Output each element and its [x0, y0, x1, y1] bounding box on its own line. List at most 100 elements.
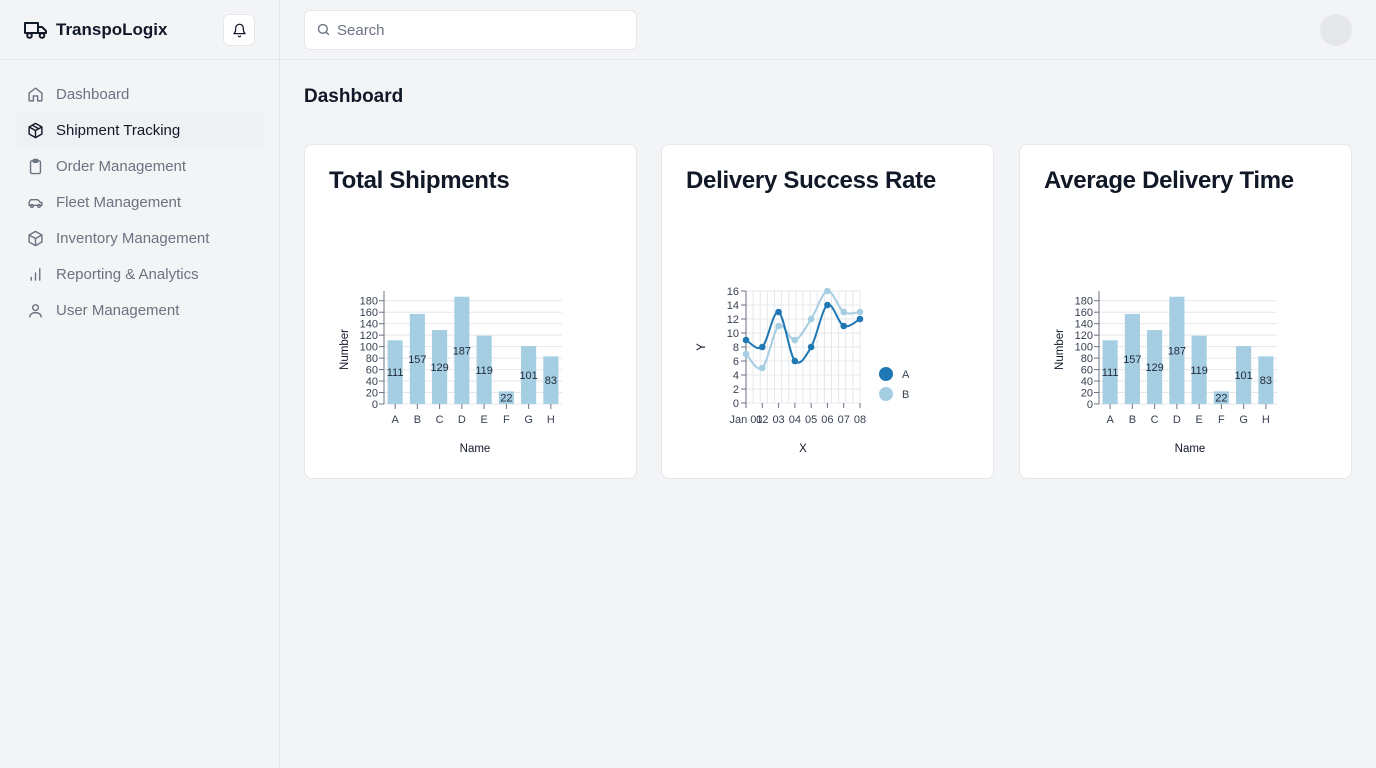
series-point-b [758, 364, 766, 372]
y-tick-label: 10 [727, 328, 739, 340]
data-label: 119 [1190, 365, 1208, 377]
y-tick-label: 8 [733, 342, 739, 354]
series-point-b [775, 322, 782, 330]
clipboard-icon [26, 157, 44, 175]
y-tick-label: 40 [366, 376, 378, 388]
y-tick-label: 16 [727, 286, 739, 298]
series-point-b [840, 308, 848, 316]
sidebar-item-label: Dashboard [56, 85, 130, 103]
sidebar-item-fleet-management[interactable]: Fleet Management [16, 184, 264, 220]
x-tick-label: B [414, 414, 421, 426]
sidebar-item-shipment-tracking[interactable]: Shipment Tracking [16, 112, 264, 148]
series-point-a [856, 315, 864, 323]
legend-label: A [902, 369, 910, 381]
data-label: 129 [1145, 362, 1163, 374]
x-tick-label: A [1106, 414, 1114, 426]
x-tick-label: D [458, 414, 466, 426]
x-axis-title: X [799, 443, 807, 455]
total-shipments-card: Total Shipments 0 20 40 60 80 100 120 140 160 180… [304, 144, 637, 479]
series-point-b [824, 287, 831, 295]
series-point-a [742, 336, 750, 344]
x-tick-label: B [1129, 414, 1136, 426]
bell-icon [232, 23, 246, 37]
x-tick-label: G [1239, 414, 1248, 426]
y-tick-label: 12 [727, 314, 739, 326]
delivery-success-rate-chart: 0246810121416Jan 0102 03 04 05 06 07 08ABXY [696, 286, 910, 455]
x-tick-label: A [391, 414, 399, 426]
x-tick-label: 04 [789, 414, 801, 426]
x-tick-label: 08 [854, 414, 866, 426]
series-point-b [807, 315, 815, 323]
box-icon [26, 229, 44, 247]
legend-swatch [879, 367, 893, 381]
data-label: 101 [519, 370, 537, 382]
app-name: TranspoLogix [56, 20, 168, 39]
data-label: 129 [430, 362, 448, 374]
y-tick-label: 40 [1081, 376, 1093, 388]
x-tick-label: H [547, 414, 555, 426]
y-tick-label: 4 [733, 370, 739, 382]
bar-chart-icon [26, 265, 44, 283]
sidebar-item-label: Reporting & Analytics [56, 265, 199, 283]
sidebar-item-label: Shipment Tracking [56, 121, 181, 139]
series-point-a [791, 357, 799, 365]
y-tick-label: 160 [360, 307, 378, 319]
x-tick-label: 05 [805, 414, 817, 426]
sidebar-item-label: User Management [56, 301, 180, 319]
data-label: 111 [387, 367, 404, 379]
avatar[interactable] [1320, 14, 1352, 46]
x-tick-label: F [503, 414, 510, 426]
page-title: Dashboard [304, 86, 404, 107]
y-tick-label: 0 [733, 398, 739, 410]
series-point-a [824, 301, 831, 309]
y-tick-label: 140 [360, 319, 378, 331]
y-tick-label: 180 [1075, 296, 1093, 308]
y-axis-title: Number [1054, 329, 1066, 370]
data-label: 22 [1215, 393, 1227, 405]
y-tick-label: 100 [360, 342, 378, 354]
car-icon [26, 193, 44, 211]
x-tick-label: C [436, 414, 444, 426]
x-axis-title: Name [460, 443, 491, 455]
sidebar-item-order-management[interactable]: Order Management [16, 148, 264, 184]
search-box[interactable] [304, 10, 637, 50]
package-icon [26, 121, 44, 139]
data-label: 187 [453, 345, 471, 357]
x-axis-title: Name [1175, 443, 1206, 455]
sidebar-nav: Dashboard Shipment Tracking Order Manage… [16, 76, 264, 328]
search-input[interactable] [337, 11, 627, 49]
y-tick-label: 60 [1081, 365, 1093, 377]
data-label: 157 [1123, 354, 1141, 366]
x-tick-label: 03 [772, 414, 784, 426]
delivery-success-rate-card: Delivery Success Rate 0 2 4 6 8 10 12 14 16 Jan 0… [661, 144, 994, 479]
data-label: 157 [408, 354, 426, 366]
series-point-b [791, 336, 799, 344]
truck-icon [24, 22, 47, 39]
x-tick-label: C [1151, 414, 1159, 426]
y-tick-label: 2 [733, 384, 739, 396]
notifications-button[interactable] [223, 14, 255, 46]
sidebar-item-inventory-management[interactable]: Inventory Management [16, 220, 264, 256]
x-tick-label: H [1262, 414, 1270, 426]
x-tick-label: 07 [838, 414, 850, 426]
y-tick-label: 20 [1081, 388, 1093, 400]
series-point-a [775, 308, 782, 316]
topbar [280, 0, 1376, 60]
data-label: 187 [1168, 345, 1186, 357]
sidebar-item-dashboard[interactable]: Dashboard [16, 76, 264, 112]
y-tick-label: 6 [733, 356, 739, 368]
series-point-b [742, 350, 750, 358]
data-label: 83 [1260, 375, 1272, 387]
x-tick-label: F [1218, 414, 1225, 426]
y-tick-label: 80 [1081, 353, 1093, 365]
data-label: 22 [500, 393, 512, 405]
brand: TranspoLogix [0, 0, 279, 60]
x-tick-label: 06 [821, 414, 833, 426]
home-icon [26, 85, 44, 103]
sidebar-item-label: Order Management [56, 157, 187, 175]
sidebar-item-reporting-analytics[interactable]: Reporting & Analytics [16, 256, 264, 292]
y-tick-label: 0 [1087, 399, 1093, 411]
sidebar-item-user-management[interactable]: User Management [16, 292, 264, 328]
x-tick-label: E [1195, 414, 1202, 426]
y-tick-label: 14 [727, 300, 739, 312]
